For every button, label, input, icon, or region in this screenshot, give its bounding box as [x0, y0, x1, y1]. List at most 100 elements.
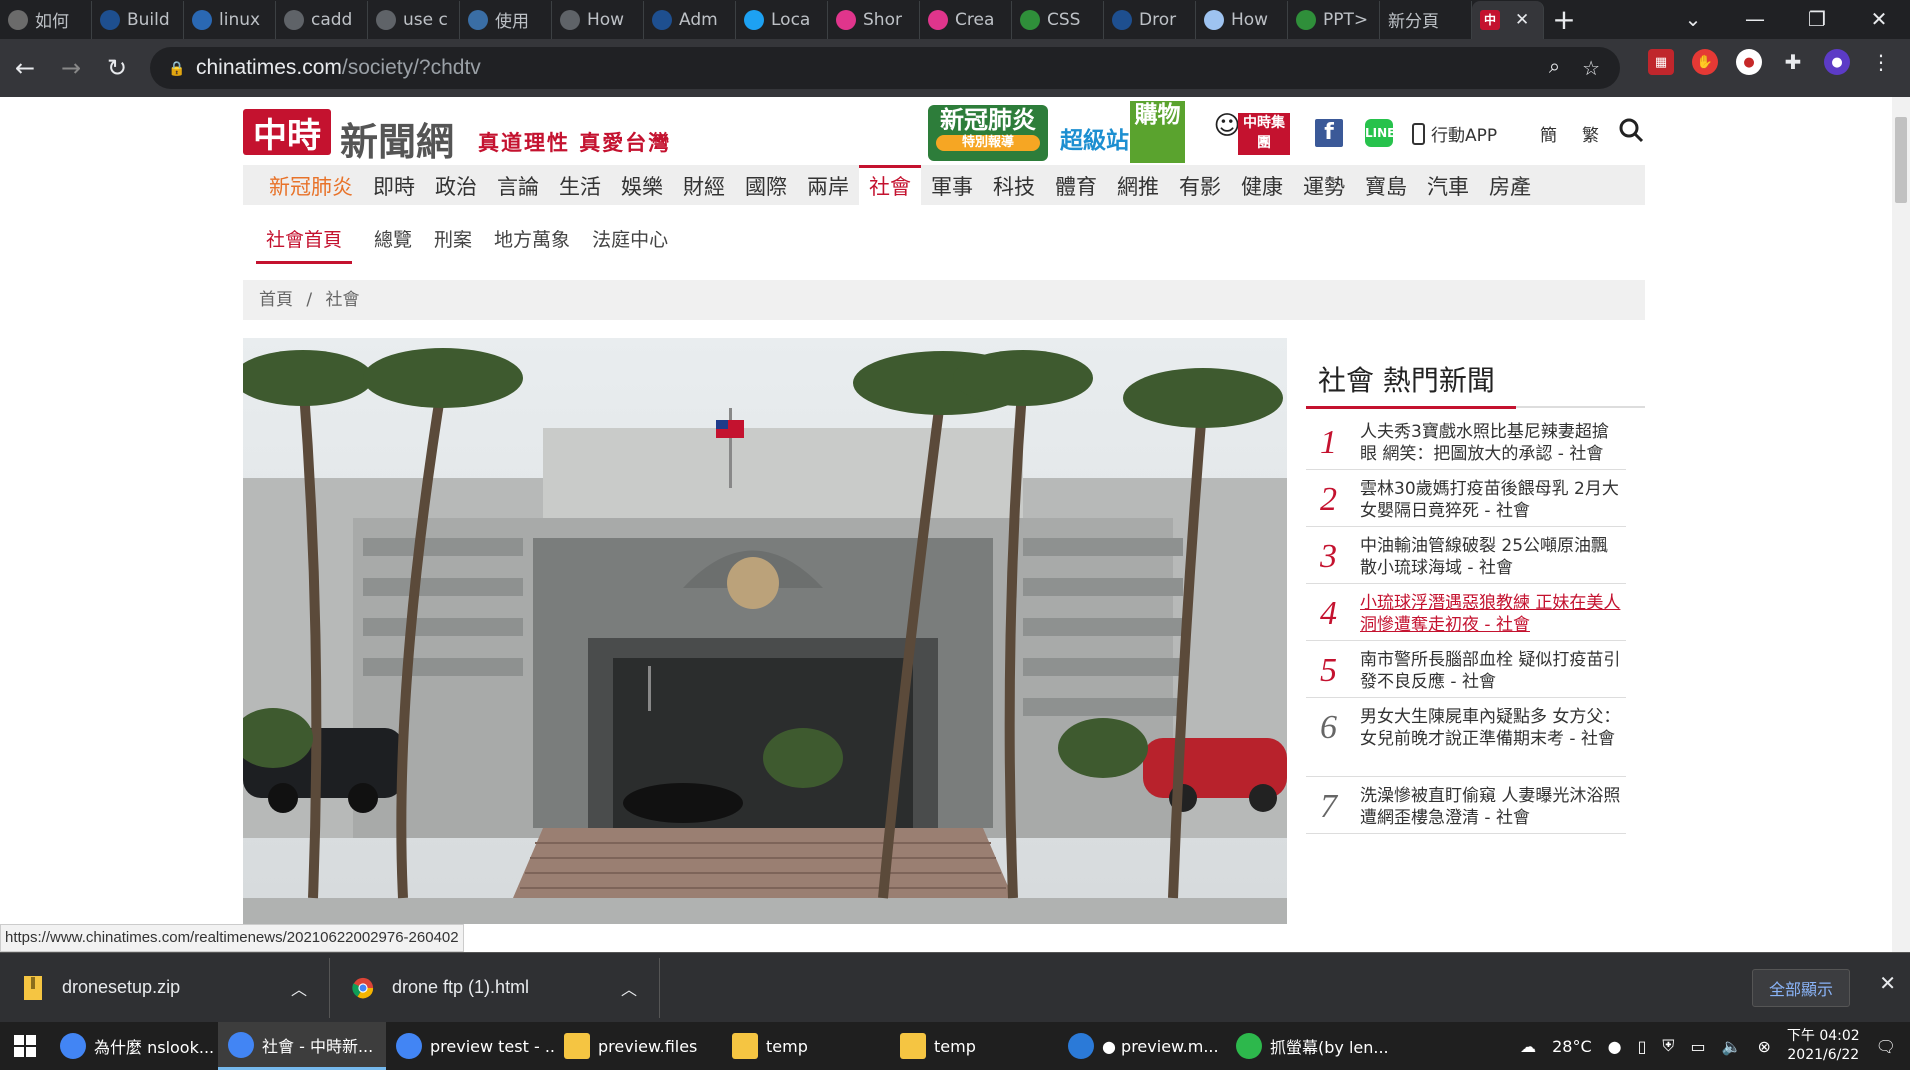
line-icon[interactable]: LINE: [1365, 119, 1395, 147]
reload-icon[interactable]: ↻: [96, 47, 138, 89]
browser-tab[interactable]: 使用: [460, 0, 552, 39]
browser-tab[interactable]: Loca: [736, 0, 828, 39]
hot-news-headline[interactable]: 男女大生陳屍車內疑點多 女方父：女兒前晚才說正準備期末考 - 社會: [1360, 706, 1625, 768]
hot-news-headline[interactable]: 人夫秀3寶戲水照比基尼辣妻超搶眼 網笑：把圖放大的承認 - 社會: [1360, 421, 1625, 464]
breadcrumb-home[interactable]: 首頁: [259, 290, 293, 310]
traditional-chinese-link[interactable]: 繁: [1582, 121, 1599, 146]
browser-tab[interactable]: PPT>: [1288, 0, 1380, 39]
tray-app-icon[interactable]: ●: [1608, 1037, 1622, 1056]
browser-tab[interactable]: How: [552, 0, 644, 39]
close-window-icon[interactable]: ✕: [1848, 7, 1910, 31]
nav-item[interactable]: 娛樂: [611, 165, 673, 209]
taskbar-app[interactable]: preview test - ...: [386, 1022, 554, 1070]
taskbar-app[interactable]: preview.files: [554, 1022, 722, 1070]
scrollbar-thumb[interactable]: [1895, 117, 1907, 203]
browser-tab-active[interactable]: 中 ✕: [1472, 0, 1544, 39]
shopping-promo[interactable]: 購物: [1130, 101, 1185, 163]
page-scrollbar[interactable]: [1892, 97, 1910, 952]
hot-news-item[interactable]: 3 中油輸油管線破裂 25公噸原油飄散小琉球海域 - 社會: [1306, 527, 1626, 584]
download-item[interactable]: dronesetup.zip ︿: [0, 957, 330, 1018]
new-tab-button[interactable]: +: [1544, 1, 1584, 39]
extension-hand-icon[interactable]: ✋: [1692, 49, 1718, 75]
show-all-downloads-button[interactable]: 全部顯示: [1751, 969, 1850, 1007]
chevron-up-icon[interactable]: ︿: [621, 976, 637, 1000]
minimize-icon[interactable]: —: [1724, 7, 1786, 31]
zoom-icon[interactable]: ⌕: [1549, 56, 1560, 81]
address-bar[interactable]: 🔒 chinatimes.com/society/?chdtv ⌕ ☆: [150, 47, 1620, 89]
hot-news-headline[interactable]: 雲林30歲媽打疫苗後餵母乳 2月大女嬰隔日竟猝死 - 社會: [1360, 478, 1625, 521]
browser-tab[interactable]: use c: [368, 0, 460, 39]
hot-news-item[interactable]: 6 男女大生陳屍車內疑點多 女方父：女兒前晚才說正準備期末考 - 社會: [1306, 698, 1626, 777]
subnav-item[interactable]: 法庭中心: [592, 225, 668, 264]
site-logo-text[interactable]: 新聞網: [340, 111, 454, 166]
nav-item[interactable]: 汽車: [1417, 165, 1479, 209]
close-icon[interactable]: ✕: [1879, 971, 1896, 995]
hot-news-item[interactable]: 4 小琉球浮潛遇惡狼教練 正妹在美人洞慘遭奪走初夜 - 社會: [1306, 584, 1626, 641]
site-logo[interactable]: 中時: [243, 109, 331, 156]
hot-news-item[interactable]: 1 人夫秀3寶戲水照比基尼辣妻超搶眼 網笑：把圖放大的承認 - 社會: [1306, 413, 1626, 470]
group-logo[interactable]: 中時集團: [1238, 113, 1290, 155]
nav-item[interactable]: 生活: [549, 165, 611, 209]
covid-promo-banner[interactable]: 新冠肺炎 特別報導: [928, 105, 1048, 161]
nav-item[interactable]: 兩岸: [797, 165, 859, 209]
profile-avatar[interactable]: ●: [1824, 49, 1850, 75]
nav-item[interactable]: 寶島: [1355, 165, 1417, 209]
hot-news-headline[interactable]: 小琉球浮潛遇惡狼教練 正妹在美人洞慘遭奪走初夜 - 社會: [1360, 592, 1625, 635]
nav-item[interactable]: 社會: [859, 165, 921, 209]
subnav-item[interactable]: 刑案: [434, 225, 472, 264]
browser-tab[interactable]: Adm: [644, 0, 736, 39]
taskbar-app[interactable]: temp: [722, 1022, 890, 1070]
tab-search-icon[interactable]: ⌄: [1662, 7, 1724, 31]
nav-item[interactable]: 軍事: [921, 165, 983, 209]
nav-item[interactable]: 國際: [735, 165, 797, 209]
nav-item[interactable]: 言論: [487, 165, 549, 209]
search-icon[interactable]: [1618, 117, 1644, 143]
extension-red-icon[interactable]: ▦: [1648, 49, 1674, 75]
browser-tab[interactable]: How: [1196, 0, 1288, 39]
taskbar-app[interactable]: 社會 - 中時新...: [218, 1022, 386, 1070]
mobile-app-link[interactable]: 行動APP: [1412, 121, 1497, 146]
nav-item[interactable]: 體育: [1045, 165, 1107, 209]
puzzle-icon[interactable]: ✚: [1780, 49, 1806, 75]
restore-icon[interactable]: ❐: [1786, 7, 1848, 31]
hot-news-item[interactable]: 2 雲林30歲媽打疫苗後餵母乳 2月大女嬰隔日竟猝死 - 社會: [1306, 470, 1626, 527]
subnav-item[interactable]: 地方萬象: [494, 225, 570, 264]
subnav-item[interactable]: 社會首頁: [256, 225, 353, 264]
weather-icon[interactable]: ☁: [1520, 1037, 1536, 1056]
browser-tab[interactable]: linux: [184, 0, 276, 39]
browser-tab[interactable]: Crea: [920, 0, 1012, 39]
browser-tab[interactable]: Build: [92, 0, 184, 39]
nav-item[interactable]: 科技: [983, 165, 1045, 209]
forward-icon[interactable]: →: [50, 47, 92, 89]
browser-tab[interactable]: cadd: [276, 0, 368, 39]
clock[interactable]: 下午 04:02 2021/6/22: [1787, 1027, 1860, 1065]
nav-item[interactable]: 新冠肺炎: [259, 165, 363, 209]
hot-news-item[interactable]: 5 南市警所長腦部血栓 疑似打疫苗引發不良反應 - 社會: [1306, 641, 1626, 698]
extension-record-icon[interactable]: ●: [1736, 49, 1762, 75]
nav-item[interactable]: 即時: [363, 165, 425, 209]
breadcrumb-current[interactable]: 社會: [326, 290, 360, 310]
volume-icon[interactable]: 🔈: [1722, 1037, 1742, 1056]
notification-icon[interactable]: 🗨: [1876, 1037, 1896, 1056]
nav-item[interactable]: 有影: [1169, 165, 1231, 209]
weather-temp[interactable]: 28°C: [1552, 1037, 1592, 1056]
nav-item[interactable]: 政治: [425, 165, 487, 209]
bookmark-star-icon[interactable]: ☆: [1582, 56, 1600, 81]
close-tab-icon[interactable]: ✕: [1515, 10, 1529, 30]
browser-tab[interactable]: CSS: [1012, 0, 1104, 39]
nav-item[interactable]: 財經: [673, 165, 735, 209]
ime-icon[interactable]: ⊗: [1757, 1037, 1770, 1056]
browser-tab[interactable]: 如何: [0, 0, 92, 39]
hot-news-headline[interactable]: 南市警所長腦部血栓 疑似打疫苗引發不良反應 - 社會: [1360, 649, 1625, 692]
chevron-up-icon[interactable]: ︿: [291, 976, 307, 1000]
windows-start-icon[interactable]: [0, 1022, 50, 1070]
market-promo[interactable]: 超級站: [1060, 121, 1129, 155]
hot-news-headline[interactable]: 中油輸油管線破裂 25公噸原油飄散小琉球海域 - 社會: [1360, 535, 1625, 578]
back-icon[interactable]: ←: [4, 47, 46, 89]
browser-tab[interactable]: Shor: [828, 0, 920, 39]
taskbar-app[interactable]: ● preview.m...: [1058, 1022, 1226, 1070]
nav-item[interactable]: 房產: [1479, 165, 1541, 209]
lock-icon[interactable]: 🔒: [168, 60, 185, 76]
browser-tab[interactable]: 新分頁: [1380, 0, 1472, 39]
taskbar-app[interactable]: 抓螢幕(by len...: [1226, 1022, 1394, 1070]
